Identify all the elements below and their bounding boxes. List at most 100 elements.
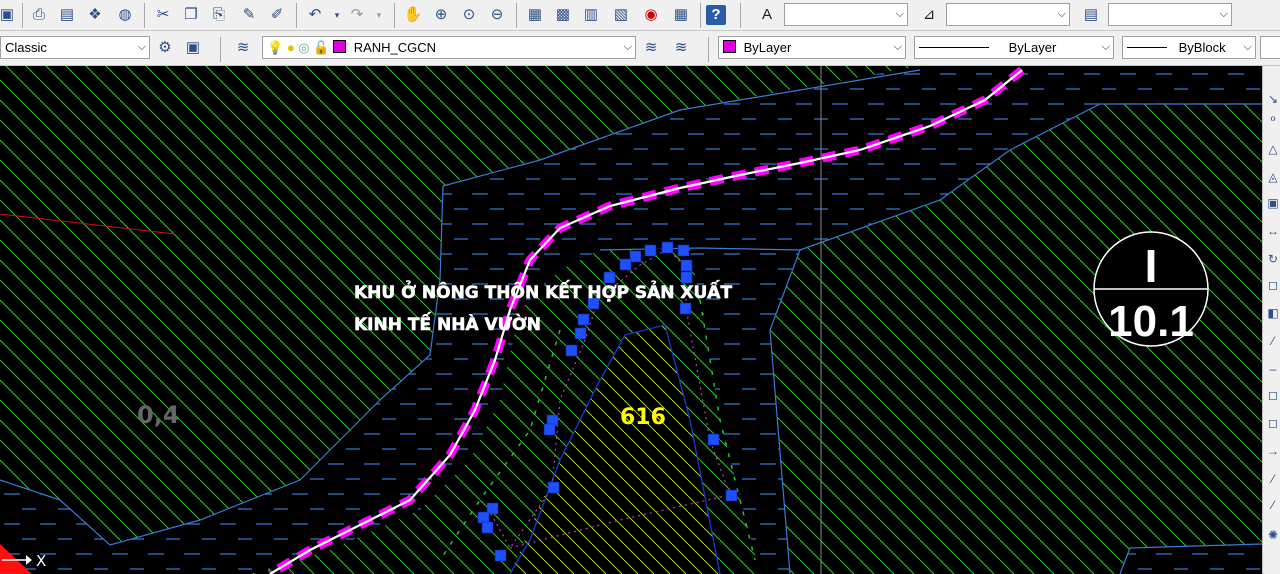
tool-palettes-icon[interactable]: ▥ <box>580 4 602 26</box>
grip[interactable] <box>707 433 720 446</box>
lineweight-combo[interactable]: ByBlock ⌵ <box>1122 36 1256 59</box>
grip[interactable] <box>679 302 692 315</box>
color-combo[interactable]: ByLayer ⌵ <box>718 36 906 59</box>
copy-object-icon[interactable]: ℴ <box>1266 110 1280 124</box>
toolbar-separator <box>516 3 517 28</box>
drawing-canvas[interactable]: KHU Ở NÔNG THÔN KẾT HỢP SẢN XUẤT KINH TẾ… <box>0 66 1262 574</box>
land-use-label-line2[interactable]: KINH TẾ NHÀ VƯỜN <box>354 311 542 336</box>
color-combo-value: ByLayer <box>743 40 792 55</box>
layers-toolbar: Classic ⌵ ⚙ ▣ ≋ 💡 ● ◎ 🔓 RANH_CGCN ⌵ ≋ ≋ … <box>0 31 1280 66</box>
sun-icon: ● <box>286 40 295 55</box>
grip[interactable] <box>680 259 693 272</box>
grip[interactable] <box>477 511 490 524</box>
linetype-combo[interactable]: ByLayer ⌵ <box>914 36 1114 59</box>
grip[interactable] <box>565 344 578 357</box>
zone-number-label: 10.1 <box>1108 297 1194 346</box>
table-style-icon[interactable]: ▤ <box>1080 4 1102 26</box>
grip[interactable] <box>619 258 632 271</box>
mirror-icon[interactable]: △ <box>1266 142 1280 156</box>
dimension-style-combo[interactable]: ⌵ <box>946 3 1070 26</box>
viewport-freeze-icon: ◎ <box>298 40 310 55</box>
match-properties-icon[interactable]: ✐ <box>266 4 288 26</box>
text-style-combo[interactable]: ⌵ <box>784 3 908 26</box>
undo-dropdown-icon[interactable]: ▾ <box>326 4 348 26</box>
text-style-icon[interactable]: A <box>756 4 778 26</box>
explode-burst-icon[interactable]: ✺ <box>1266 528 1280 542</box>
chevron-down-icon: ⌵ <box>623 41 632 53</box>
plot-style-combo[interactable] <box>1260 36 1280 59</box>
layer-manager-icon[interactable]: ≋ <box>232 37 254 59</box>
workspace-combo[interactable]: Classic ⌵ <box>0 36 150 59</box>
toolbar-separator <box>144 3 145 28</box>
grip[interactable] <box>629 250 642 263</box>
undo-icon[interactable]: ↶ <box>304 4 326 26</box>
cut-icon[interactable]: ✂ <box>152 4 174 26</box>
sheet-set-icon[interactable]: ▧ <box>610 4 632 26</box>
grip[interactable] <box>644 244 657 257</box>
workspace-settings-icon[interactable]: ⚙ <box>154 37 176 59</box>
chevron-down-icon: ⌵ <box>1219 8 1228 20</box>
break-icon[interactable]: ◻ <box>1266 388 1280 402</box>
explode-icon[interactable]: ⁄ <box>1266 498 1280 512</box>
chamfer-icon[interactable]: → <box>1266 444 1280 458</box>
grip[interactable] <box>543 423 556 436</box>
chevron-down-icon: ⌵ <box>1101 41 1110 53</box>
grip[interactable] <box>547 481 560 494</box>
parcel-number-label[interactable]: 616 <box>620 405 666 430</box>
copy-icon[interactable]: ❐ <box>180 4 202 26</box>
chevron-down-icon: ⌵ <box>1057 8 1066 20</box>
markup-icon[interactable]: ◉ <box>640 4 662 26</box>
zoom-realtime-icon[interactable]: ⊕ <box>430 4 452 26</box>
join-icon[interactable]: ◻ <box>1266 416 1280 430</box>
redo-dropdown-icon[interactable]: ▾ <box>368 4 390 26</box>
fillet-icon[interactable]: ⁄ <box>1266 472 1280 486</box>
grip[interactable] <box>725 489 738 502</box>
move-icon[interactable]: ↔ <box>1266 224 1280 238</box>
layer-combo[interactable]: 💡 ● ◎ 🔓 RANH_CGCN ⌵ <box>262 36 636 59</box>
grip[interactable] <box>481 521 494 534</box>
brush-icon[interactable]: ✎ <box>238 4 260 26</box>
design-center-icon[interactable]: ▩ <box>552 4 574 26</box>
erase-icon[interactable]: ↘ <box>1266 92 1280 106</box>
publish-icon[interactable]: ❖ <box>84 4 106 26</box>
plot-preview-icon[interactable]: ▤ <box>56 4 78 26</box>
dimension-style-icon[interactable]: ⊿ <box>918 4 940 26</box>
linetype-preview-line <box>919 47 989 48</box>
grip[interactable] <box>661 241 674 254</box>
lineweight-combo-value: ByBlock <box>1178 40 1226 55</box>
table-style-combo[interactable]: ⌵ <box>1108 3 1232 26</box>
toolbar-separator <box>708 37 709 62</box>
calculator-icon[interactable]: ▦ <box>670 4 692 26</box>
help-icon[interactable]: ? <box>706 5 726 25</box>
paste-icon[interactable]: ⎘ <box>208 4 230 26</box>
grip[interactable] <box>574 327 587 340</box>
make-object-layer-current-icon[interactable]: ≋ <box>640 37 662 59</box>
globe-icon[interactable]: ◍ <box>114 4 136 26</box>
zoom-previous-icon[interactable]: ⊖ <box>486 4 508 26</box>
layer-previous-icon[interactable]: ≋ <box>670 37 692 59</box>
scale-icon[interactable]: ◻ <box>1266 278 1280 292</box>
land-use-label-line1[interactable]: KHU Ở NÔNG THÔN KẾT HỢP SẢN XUẤT <box>354 279 733 304</box>
workspace-combo-value: Classic <box>5 40 47 55</box>
clean-screen-icon[interactable]: ▣ <box>182 37 204 59</box>
redo-icon[interactable]: ↷ <box>346 4 368 26</box>
grip[interactable] <box>494 549 507 562</box>
extend-icon[interactable]: – <box>1266 362 1280 376</box>
stretch-icon[interactable]: ◧ <box>1266 306 1280 320</box>
zone-roman-label: I <box>1145 240 1158 292</box>
rotate-icon[interactable]: ↻ <box>1266 252 1280 266</box>
array-icon[interactable]: ▣ <box>1266 196 1280 210</box>
zone-symbol[interactable]: I 10.1 <box>1093 231 1209 347</box>
zoom-window-icon[interactable]: ⊙ <box>458 4 480 26</box>
grip[interactable] <box>603 271 616 284</box>
area-value-label[interactable]: 0,4 <box>137 401 180 429</box>
offset-icon[interactable]: ◬ <box>1266 170 1280 184</box>
plot-icon[interactable]: ⎙ <box>28 4 50 26</box>
grip[interactable] <box>677 244 690 257</box>
save-icon[interactable]: ▣ <box>0 4 18 26</box>
pan-icon[interactable]: ✋ <box>402 4 424 26</box>
grip[interactable] <box>680 271 693 284</box>
grip[interactable] <box>577 313 590 326</box>
properties-icon[interactable]: ▦ <box>524 4 546 26</box>
trim-icon[interactable]: ⁄ <box>1266 334 1280 348</box>
